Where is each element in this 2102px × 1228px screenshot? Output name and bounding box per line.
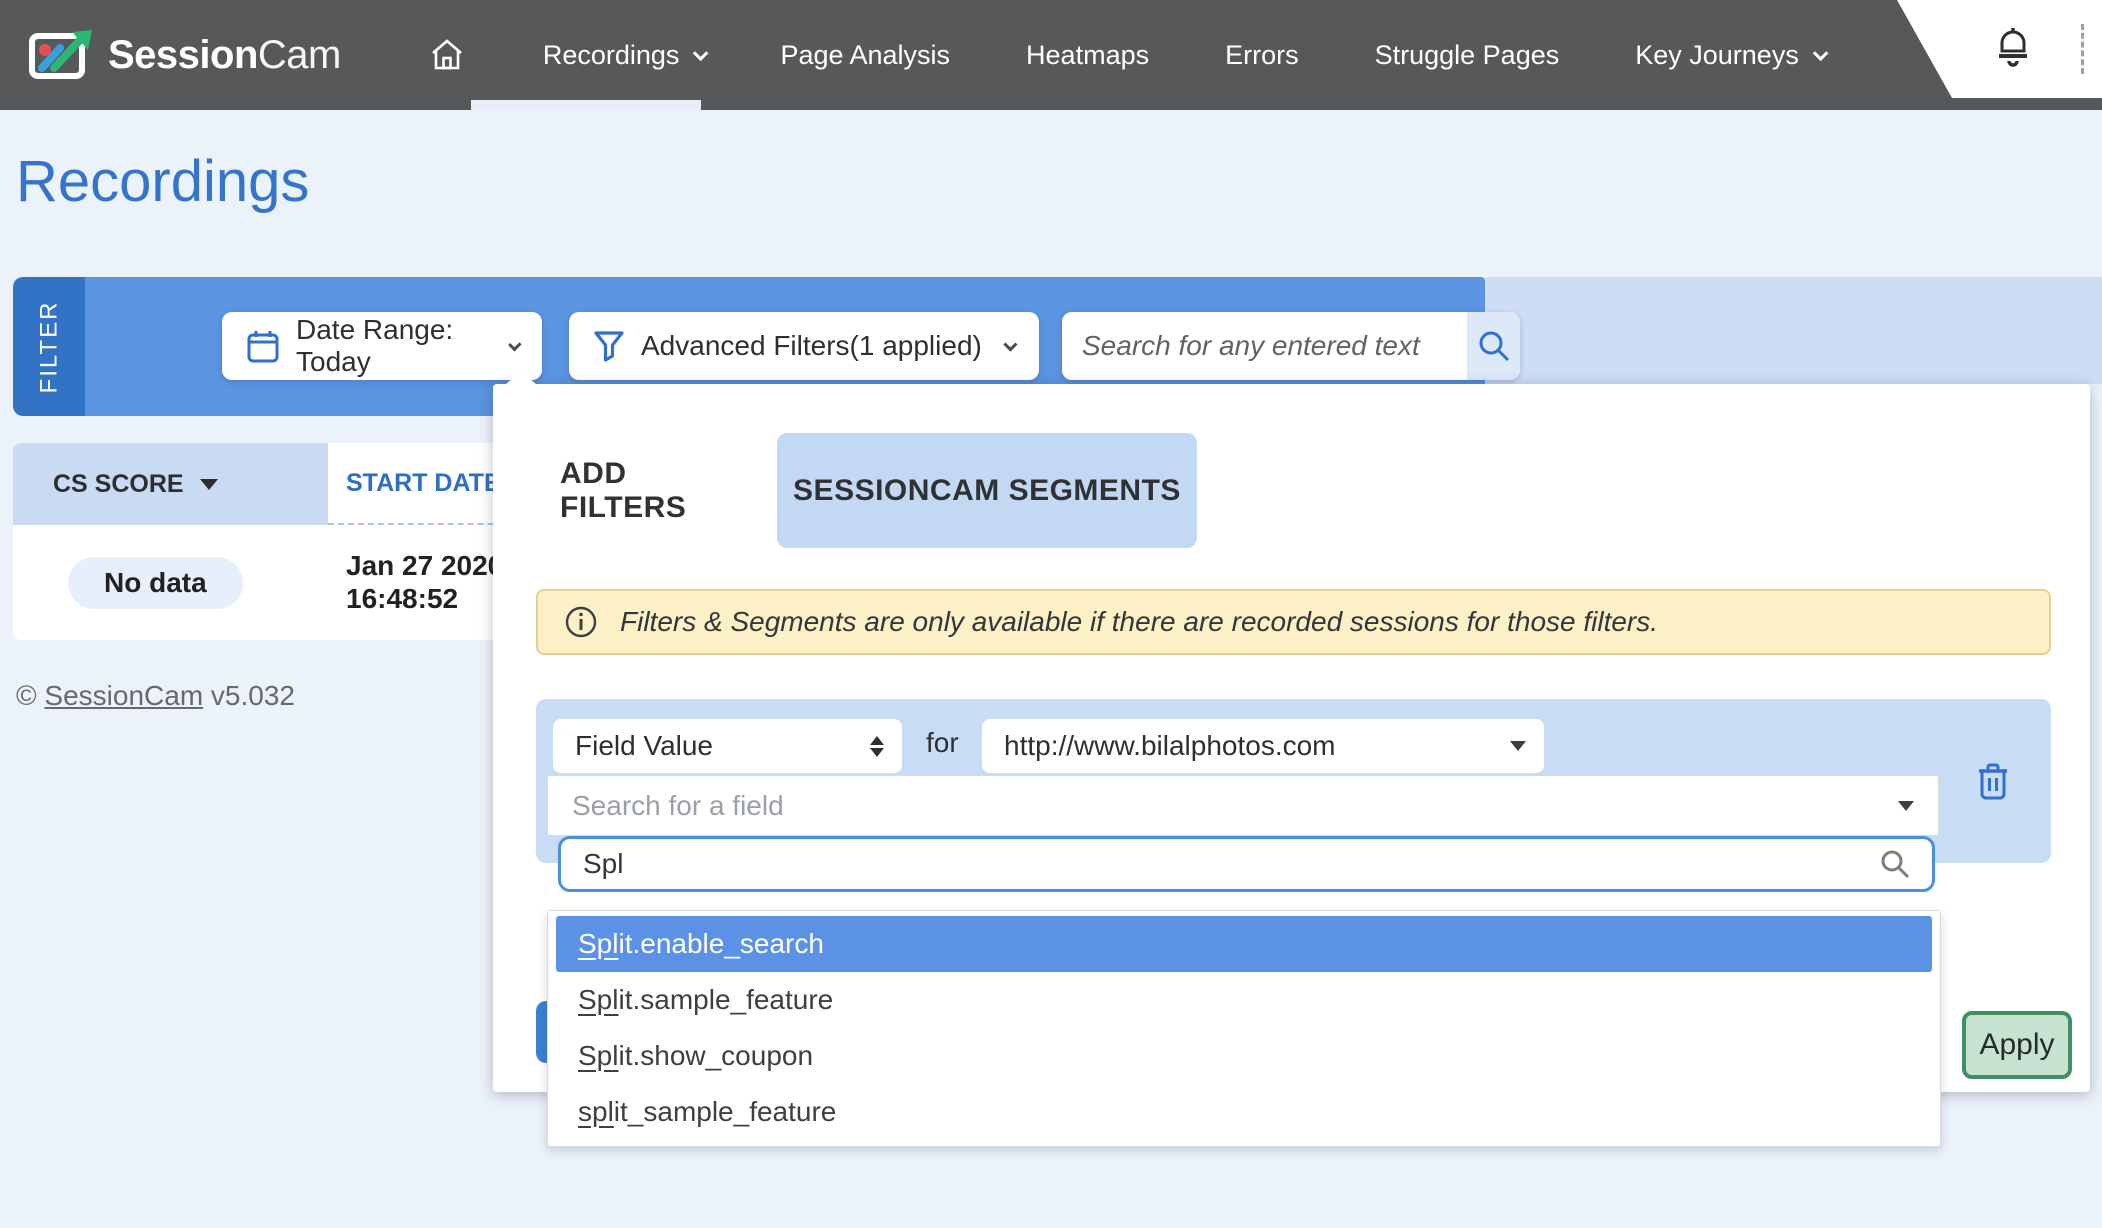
dropdown-arrow-icon (1510, 741, 1526, 751)
filter-tab-label: FILTER (35, 300, 63, 393)
search-submit-button[interactable] (1467, 312, 1520, 380)
navbar-right-area (1897, 0, 2102, 98)
home-nav-button[interactable] (429, 0, 505, 110)
tab-add-filters[interactable]: ADD FILTERS (560, 433, 725, 548)
field-search-placeholder: Search for a field (572, 790, 784, 822)
active-tab-indicator (471, 100, 701, 110)
nav-item-key-journeys[interactable]: Key Journeys (1597, 0, 1862, 110)
chevron-down-icon (1813, 45, 1829, 61)
start-date-header-label: START DATE (346, 469, 501, 498)
tab-sessioncam-segments[interactable]: SESSIONCAM SEGMENTS (777, 433, 1197, 548)
copyright-symbol: © (16, 680, 44, 711)
search-icon (1475, 327, 1513, 365)
chevron-down-icon (509, 338, 522, 351)
apply-button-label: Apply (1979, 1028, 2054, 1062)
apply-button[interactable]: Apply (1962, 1011, 2072, 1079)
segments-label: SESSIONCAM SEGMENTS (793, 474, 1181, 508)
info-banner-text: Filters & Segments are only available if… (620, 606, 1658, 638)
main-nav: Recordings Page Analysis Heatmaps Errors… (429, 0, 1862, 110)
site-select[interactable]: http://www.bilalphotos.com (982, 719, 1544, 773)
trash-icon (1975, 761, 2011, 801)
footer-version: © SessionCam v5.032 (16, 680, 295, 712)
option-split-sample-feature[interactable]: Split.sample_feature (548, 972, 1940, 1028)
filter-bar-extension (1485, 277, 2102, 384)
nav-label-struggle-pages: Struggle Pages (1375, 40, 1560, 71)
date-range-label: Date Range: Today (296, 314, 487, 378)
sessioncam-footer-link[interactable]: SessionCam (44, 680, 203, 711)
for-label: for (926, 727, 959, 759)
advanced-filters-label: Advanced Filters(1 applied) (641, 330, 982, 362)
filter-funnel-icon (593, 329, 625, 363)
brand-name: SessionCam (108, 33, 341, 78)
nav-label-heatmaps: Heatmaps (1026, 40, 1149, 71)
field-search-combobox[interactable]: Search for a field (547, 775, 1939, 836)
advanced-filters-panel: ADD FILTERS SESSIONCAM SEGMENTS Filters … (493, 384, 2090, 1092)
select-updown-icon (870, 736, 884, 757)
sessioncam-logo-icon (28, 28, 94, 82)
option-split-show-coupon[interactable]: Split.show_coupon (548, 1028, 1940, 1084)
option-split-enable-search[interactable]: Split.enable_search (556, 916, 1932, 972)
nav-label-errors: Errors (1225, 40, 1299, 71)
info-icon (564, 605, 598, 639)
info-banner: Filters & Segments are only available if… (536, 589, 2051, 655)
dropdown-arrow-icon (1898, 801, 1914, 811)
delete-filter-button[interactable] (1975, 761, 2011, 801)
nav-item-heatmaps[interactable]: Heatmaps (988, 0, 1187, 110)
advanced-filters-button[interactable]: Advanced Filters(1 applied) (569, 312, 1039, 380)
search-icon (1878, 847, 1932, 881)
field-type-select[interactable]: Field Value (553, 719, 902, 773)
nav-item-struggle-pages[interactable]: Struggle Pages (1337, 0, 1598, 110)
nav-item-recordings[interactable]: Recordings (505, 0, 743, 110)
panel-tabs: ADD FILTERS SESSIONCAM SEGMENTS (560, 433, 1197, 548)
field-options-list: Split.enable_search Split.sample_feature… (547, 910, 1941, 1147)
field-query-input[interactable] (561, 848, 1878, 880)
vertical-dashed-menu-icon[interactable] (2081, 24, 2084, 74)
panel-notch (505, 371, 537, 385)
site-select-value: http://www.bilalphotos.com (1004, 730, 1336, 762)
text-search-group (1062, 312, 1520, 380)
nav-item-errors[interactable]: Errors (1187, 0, 1337, 110)
nav-label-page-analysis: Page Analysis (780, 40, 950, 71)
chevron-down-icon (693, 45, 709, 61)
text-search-input[interactable] (1062, 312, 1467, 380)
top-navbar: SessionCam Recordings Page Analysis Heat… (0, 0, 2102, 110)
nav-item-page-analysis[interactable]: Page Analysis (742, 0, 988, 110)
sessioncam-logo[interactable]: SessionCam (28, 28, 341, 82)
version-number: v5.032 (203, 680, 295, 711)
option-split-sample-feature-lower[interactable]: split_sample_feature (548, 1084, 1940, 1140)
page-title: Recordings (16, 148, 309, 215)
no-data-badge: No data (68, 557, 243, 609)
date-range-button[interactable]: Date Range: Today (222, 312, 542, 380)
home-icon (429, 37, 465, 73)
nav-label-recordings: Recordings (543, 40, 680, 71)
chevron-down-icon (1003, 338, 1017, 352)
calendar-icon (246, 328, 280, 364)
column-header-cs-score[interactable]: CS SCORE (13, 443, 328, 525)
field-query-inputbox (558, 836, 1935, 892)
sort-desc-icon (200, 479, 218, 490)
add-filters-label: ADD FILTERS (560, 457, 725, 525)
nav-label-key-journeys: Key Journeys (1635, 40, 1799, 71)
notification-bell-icon[interactable] (1991, 26, 2035, 72)
cs-score-cell: No data (13, 525, 328, 640)
cs-score-header-label: CS SCORE (53, 470, 184, 499)
field-type-value: Field Value (575, 730, 713, 762)
filter-side-tab[interactable]: FILTER (13, 277, 85, 416)
